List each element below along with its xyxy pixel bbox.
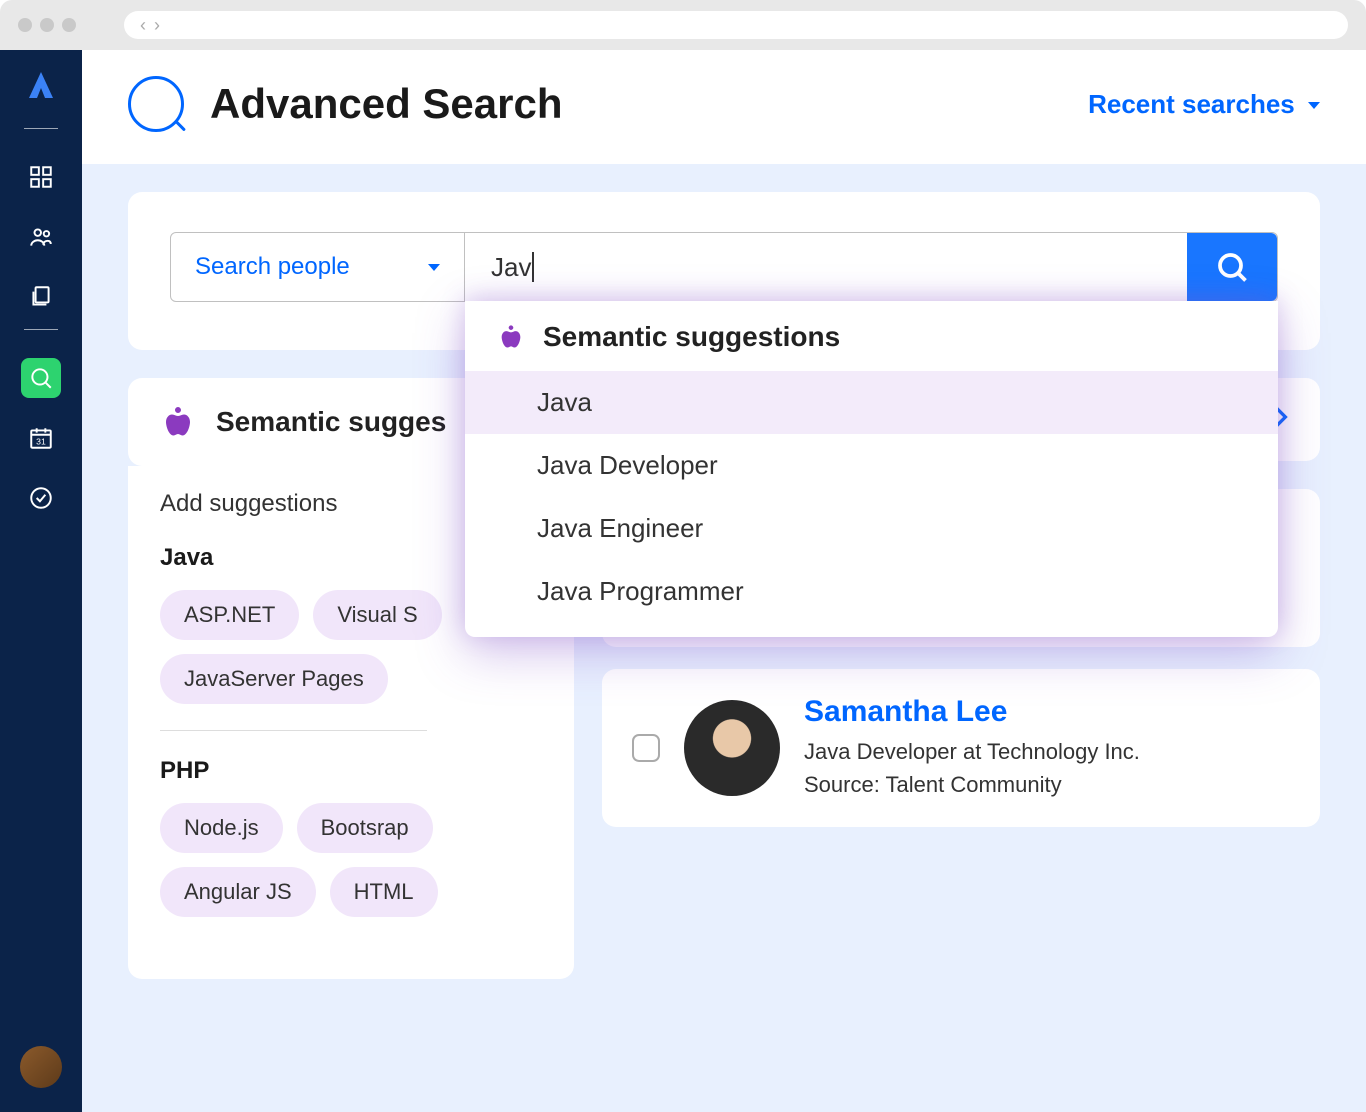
- dropdown-item[interactable]: Java Programmer: [465, 560, 1278, 623]
- dropdown-item[interactable]: Java Engineer: [465, 497, 1278, 560]
- suggestion-pill[interactable]: ASP.NET: [160, 590, 299, 640]
- dropdown-item[interactable]: Java: [465, 371, 1278, 434]
- search-button[interactable]: [1187, 233, 1277, 301]
- chevron-down-icon: [1308, 102, 1320, 109]
- search-icon: [128, 76, 184, 132]
- semantic-icon: [160, 404, 196, 440]
- svg-text:31: 31: [36, 437, 46, 447]
- search-input[interactable]: Jav: [491, 252, 531, 283]
- semantic-title: Semantic sugges: [216, 406, 446, 438]
- nav-task-icon[interactable]: [21, 478, 61, 518]
- result-role: Java Developer at Technology Inc.: [804, 735, 1290, 768]
- nav-back-icon[interactable]: ‹: [140, 15, 146, 36]
- divider: [24, 128, 58, 129]
- dropdown-item[interactable]: Java Developer: [465, 434, 1278, 497]
- suggestion-pill[interactable]: Node.js: [160, 803, 283, 853]
- result-name-link[interactable]: Samantha Lee: [804, 695, 1290, 729]
- result-source: Source: Talent Community: [804, 768, 1290, 801]
- window-dot[interactable]: [18, 18, 32, 32]
- autocomplete-dropdown: Semantic suggestions Java Java Developer…: [465, 301, 1278, 637]
- page-title: Advanced Search: [210, 80, 563, 128]
- nav-forward-icon[interactable]: ›: [154, 15, 160, 36]
- dropdown-title: Semantic suggestions: [543, 321, 840, 353]
- nav-search-icon[interactable]: [21, 358, 61, 398]
- search-card: Search people Jav Semantic suggestions: [128, 192, 1320, 350]
- result-avatar[interactable]: [684, 700, 780, 796]
- suggestion-group-title: PHP: [160, 757, 542, 785]
- semantic-icon: [497, 323, 525, 351]
- recent-searches-link[interactable]: Recent searches: [1088, 89, 1320, 120]
- suggestion-pill[interactable]: JavaServer Pages: [160, 654, 388, 704]
- address-bar[interactable]: ‹ ›: [124, 11, 1348, 39]
- nav-copy-icon[interactable]: [21, 277, 61, 317]
- result-checkbox[interactable]: [632, 734, 660, 762]
- search-type-select[interactable]: Search people: [171, 233, 465, 301]
- divider: [160, 730, 427, 731]
- result-card: Samantha Lee Java Developer at Technolog…: [602, 669, 1320, 827]
- user-avatar[interactable]: [20, 1046, 62, 1088]
- chevron-down-icon: [428, 264, 440, 271]
- window-dot[interactable]: [62, 18, 76, 32]
- browser-chrome: ‹ ›: [0, 0, 1366, 50]
- nav-calendar-icon[interactable]: 31: [21, 418, 61, 458]
- page-header: Advanced Search Recent searches: [82, 50, 1366, 164]
- window-dot[interactable]: [40, 18, 54, 32]
- suggestion-pill[interactable]: HTML: [330, 867, 438, 917]
- sidebar: 31: [0, 50, 82, 1112]
- divider: [24, 329, 58, 330]
- nav-dashboard-icon[interactable]: [21, 157, 61, 197]
- suggestion-pill[interactable]: Bootsrap: [297, 803, 433, 853]
- text-cursor: [532, 252, 534, 282]
- app-logo[interactable]: [23, 68, 59, 104]
- nav-people-icon[interactable]: [21, 217, 61, 257]
- suggestion-pill[interactable]: Angular JS: [160, 867, 316, 917]
- suggestion-pill[interactable]: Visual S: [313, 590, 441, 640]
